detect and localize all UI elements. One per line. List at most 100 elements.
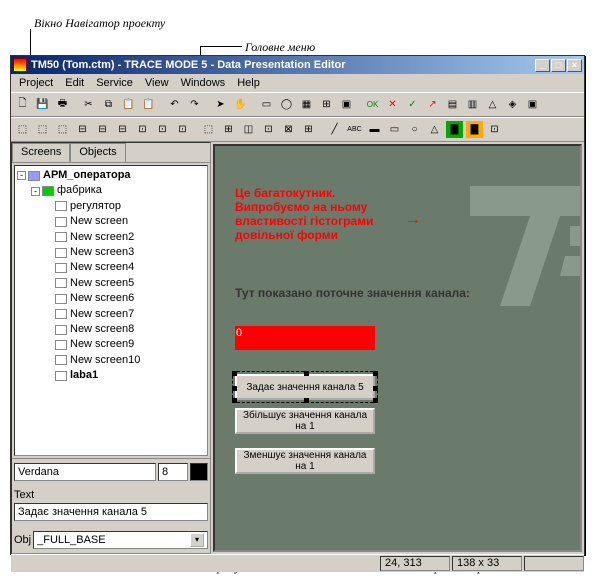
increment-button[interactable]: Збільшує значення канала на 1 [235,408,375,434]
x-icon[interactable]: ✕ [383,95,402,114]
print-icon[interactable]: 🖶 [53,95,72,114]
menu-edit[interactable]: Edit [59,76,90,90]
menu-service[interactable]: Service [90,76,139,90]
align9-icon[interactable]: ⊡ [173,120,192,139]
menu-project[interactable]: Project [13,76,59,90]
paste2-icon[interactable]: 📋 [139,95,158,114]
align5-icon[interactable]: ⊟ [93,120,112,139]
align7-icon[interactable]: ⊡ [133,120,152,139]
menu-view[interactable]: View [139,76,175,90]
tool-b-icon[interactable]: ▤ [443,95,462,114]
undo-icon[interactable]: ↶ [165,95,184,114]
align8-icon[interactable]: ⊡ [153,120,172,139]
editor-canvas[interactable]: Це багатокутник. Випробуємо на ньому вла… [213,144,582,552]
menu-help[interactable]: Help [231,76,266,90]
selection-handle[interactable] [373,371,378,376]
tool-c-icon[interactable]: ▥ [463,95,482,114]
save-icon[interactable]: 💾 [33,95,52,114]
align6-icon[interactable]: ⊟ [113,120,132,139]
tool-a-icon[interactable]: ↗ [423,95,442,114]
cut-icon[interactable]: ✂ [79,95,98,114]
tree-toggle-icon[interactable]: - [17,171,26,180]
selection-handle[interactable] [232,371,237,376]
tree-item[interactable]: New screen6 [70,292,134,304]
redo-icon[interactable]: ↷ [185,95,204,114]
tree-item[interactable]: регулятор [70,200,121,212]
tree-group[interactable]: фабрика [57,184,102,196]
menu-windows[interactable]: Windows [175,76,232,90]
selection-handle[interactable] [232,398,237,403]
scale-tool-icon[interactable]: ⊡ [485,120,504,139]
tree-item[interactable]: New screen3 [70,246,134,258]
tree-item[interactable]: New screen10 [70,354,140,366]
close-button[interactable]: × [567,59,582,72]
circle-tool-icon[interactable]: ○ [405,120,424,139]
chevron-down-icon[interactable]: ▾ [190,533,204,547]
paste-icon[interactable]: 📋 [119,95,138,114]
align4-icon[interactable]: ⊟ [73,120,92,139]
tree-item[interactable]: New screen [70,215,128,227]
dist5-icon[interactable]: ⊠ [279,120,298,139]
screen-icon [55,371,67,381]
text-input[interactable] [14,503,208,521]
copy-icon[interactable]: ⧉ [99,95,118,114]
tree-item[interactable]: New screen2 [70,231,134,243]
tab-objects[interactable]: Objects [70,143,125,162]
tree-root[interactable]: АРМ_оператора [43,169,131,181]
tree-item[interactable]: New screen5 [70,277,134,289]
tree-toggle-icon[interactable]: - [31,187,40,196]
screen-icon [55,325,67,335]
dist6-icon[interactable]: ⊞ [299,120,318,139]
align3-icon[interactable]: ⬚ [53,120,72,139]
fill-tool-icon[interactable]: ▬ [365,120,384,139]
tree-icon[interactable]: ⊞ [317,95,336,114]
hand-icon[interactable]: ✋ [231,95,250,114]
grid-icon[interactable]: ▦ [297,95,316,114]
obj-dropdown[interactable]: _FULL_BASE▾ [33,531,208,549]
group-icon [42,186,54,196]
font-color-swatch[interactable] [190,463,208,481]
rect-icon[interactable]: ▭ [257,95,276,114]
tree-item-active[interactable]: laba1 [70,369,98,381]
selection-handle[interactable] [373,398,378,403]
set-value-button[interactable]: Задає значення канала 5 [235,374,375,400]
window-icon[interactable]: ▣ [337,95,356,114]
tree-item[interactable]: New screen7 [70,308,134,320]
selection-handle[interactable] [304,371,309,376]
color2-tool-icon[interactable]: ▇ [465,120,484,139]
toolbar-main: 🗋 💾 🖶 ✂ ⧉ 📋 📋 ↶ ↷ ➤ ✋ ▭ ◯ ▦ ⊞ ▣ OK ✕ ✓ ↗… [11,92,584,117]
tree-item[interactable]: New screen8 [70,323,134,335]
align1-icon[interactable]: ⬚ [13,120,32,139]
new-icon[interactable]: 🗋 [13,95,32,114]
poly-tool-icon[interactable]: △ [425,120,444,139]
dist3-icon[interactable]: ◫ [239,120,258,139]
project-tree[interactable]: -АРМ_оператора -фабрика регулятор New sc… [14,165,208,456]
rect-tool-icon[interactable]: ▭ [385,120,404,139]
font-name-dropdown[interactable]: Verdana [14,463,156,481]
tree-item[interactable]: New screen9 [70,338,134,350]
selection-handle[interactable] [373,386,378,391]
dist1-icon[interactable]: ⬚ [199,120,218,139]
selection-handle[interactable] [232,386,237,391]
ellipse-icon[interactable]: ◯ [277,95,296,114]
align2-icon[interactable]: ⬚ [33,120,52,139]
font-size-dropdown[interactable]: 8 [158,463,188,481]
dist4-icon[interactable]: ⊡ [259,120,278,139]
pointer-icon[interactable]: ➤ [211,95,230,114]
dist2-icon[interactable]: ⊞ [219,120,238,139]
tool-d-icon[interactable]: △ [483,95,502,114]
text-tool-icon[interactable]: ABC [345,120,364,139]
decrement-button[interactable]: Зменшує значення канала на 1 [235,448,375,474]
tab-screens[interactable]: Screens [12,143,70,162]
tool-e-icon[interactable]: ◈ [503,95,522,114]
selection-handle[interactable] [304,398,309,403]
minimize-button[interactable]: _ [535,59,550,72]
ok-icon[interactable]: OK [363,95,382,114]
check-icon[interactable]: ✓ [403,95,422,114]
tool-f-icon[interactable]: ▣ [523,95,542,114]
screen-icon [55,309,67,319]
color-tool-icon[interactable]: ▇ [445,120,464,139]
line-tool-icon[interactable]: ╱ [325,120,344,139]
tree-item[interactable]: New screen4 [70,261,134,273]
maximize-button[interactable]: □ [551,59,566,72]
